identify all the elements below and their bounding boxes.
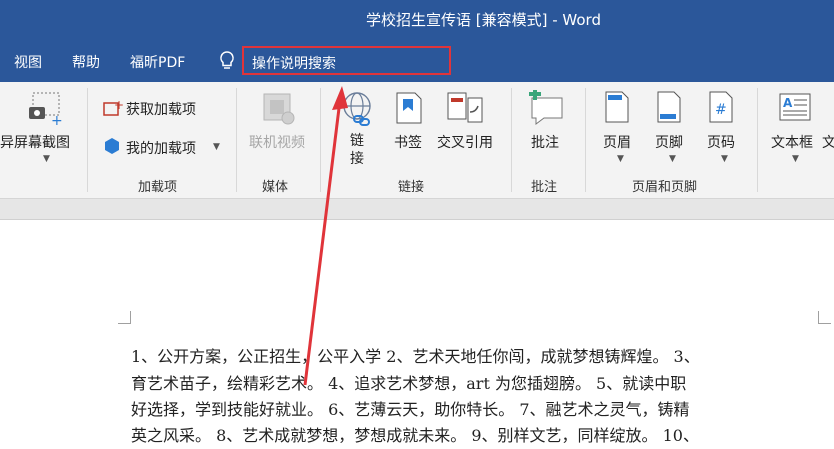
link-globe-icon bbox=[343, 92, 371, 126]
cut-off-label: 文 bbox=[822, 135, 834, 151]
footer-icon bbox=[657, 91, 681, 123]
bookmark-icon bbox=[396, 92, 422, 124]
svg-text:A: A bbox=[783, 96, 793, 110]
page-number-icon: # bbox=[709, 91, 733, 123]
group-label-header-footer: 页眉和页脚 bbox=[632, 180, 698, 195]
menu-foxit-pdf[interactable]: 福昕PDF bbox=[130, 52, 185, 72]
search-label: 操作说明搜索 bbox=[252, 56, 336, 72]
lightbulb-icon[interactable] bbox=[217, 50, 237, 72]
chevron-down-icon[interactable]: ▼ bbox=[669, 154, 676, 164]
document-line: 英之风采。 8、艺术成就梦想，梦想成就未来。 9、别样文艺，同样绽放。 10、 bbox=[131, 426, 699, 445]
group-label-addins: 加载项 bbox=[138, 180, 178, 195]
group-label-links: 链接 bbox=[398, 180, 425, 195]
divider bbox=[511, 88, 512, 192]
window-title: 学校招生宣传语 [兼容模式] - Word bbox=[366, 11, 601, 29]
divider bbox=[757, 88, 758, 192]
svg-text:+: + bbox=[114, 98, 123, 112]
cross-reference-icon bbox=[447, 92, 483, 123]
document-line: 好选择，学到技能好就业。 6、艺薄云天，助你特长。 7、融艺术之灵气，铸精 bbox=[131, 400, 690, 419]
svg-text:#: # bbox=[715, 102, 727, 118]
film-icon bbox=[263, 93, 295, 125]
menu-help[interactable]: 帮助 bbox=[72, 52, 100, 72]
ruler-area bbox=[0, 199, 834, 220]
page-number-button[interactable]: 页码 bbox=[707, 132, 735, 152]
tell-me-search-box[interactable]: 操作说明搜索 bbox=[242, 46, 451, 75]
cut-off-label: 异 bbox=[0, 135, 14, 151]
text-box-icon: A bbox=[779, 93, 811, 121]
menu-view[interactable]: 视图 bbox=[14, 52, 42, 72]
chevron-down-icon[interactable]: ▼ bbox=[721, 154, 728, 164]
divider bbox=[236, 88, 237, 192]
get-addins-button[interactable]: 获取加载项 bbox=[126, 99, 196, 119]
document-line: 1、公开方案，公正招生，公平入学 2、艺术天地任你闯，成就梦想铸辉煌。 3、 bbox=[131, 347, 700, 366]
chevron-down-icon[interactable]: ▼ bbox=[213, 142, 220, 152]
header-icon bbox=[605, 91, 629, 123]
comment-button[interactable]: 批注 bbox=[531, 132, 559, 152]
header-button[interactable]: 页眉 bbox=[603, 132, 631, 152]
bookmark-button[interactable]: 书签 bbox=[394, 132, 422, 152]
link-button[interactable]: 链接 bbox=[350, 132, 366, 168]
menu-bar: 视图 帮助 福昕PDF 操作说明搜索 bbox=[0, 40, 834, 82]
margin-marker bbox=[118, 311, 131, 324]
divider bbox=[87, 88, 88, 192]
document-page[interactable]: 1、公开方案，公正招生，公平入学 2、艺术天地任你闯，成就梦想铸辉煌。 3、 育… bbox=[0, 220, 834, 449]
title-bar: 学校招生宣传语 [兼容模式] - Word bbox=[0, 0, 834, 40]
group-label-comments: 批注 bbox=[531, 180, 558, 195]
cross-reference-button[interactable]: 交叉引用 bbox=[437, 132, 493, 152]
chevron-down-icon[interactable]: ▼ bbox=[617, 154, 624, 164]
my-addins-icon bbox=[105, 138, 119, 154]
store-icon: + bbox=[103, 98, 123, 116]
svg-text:+: + bbox=[51, 113, 63, 127]
document-line: 育艺术苗子，绘精彩艺术。 4、追求艺术梦想，art 为您插翅膀。 5、就读中职 bbox=[131, 374, 687, 393]
my-addins-button[interactable]: 我的加载项 bbox=[126, 138, 196, 158]
new-comment-icon bbox=[529, 90, 563, 125]
margin-marker bbox=[818, 311, 831, 324]
text-box-button[interactable]: 文本框 bbox=[771, 132, 813, 152]
group-label-media: 媒体 bbox=[262, 180, 289, 195]
ribbon: 异 + 屏幕截图 ▼ + 获取加载项 我的加载项 ▼ 加载项 联机视频 媒体 链… bbox=[0, 82, 834, 199]
chevron-down-icon[interactable]: ▼ bbox=[792, 154, 799, 164]
screenshot-button[interactable]: 屏幕截图 bbox=[14, 132, 70, 152]
divider bbox=[585, 88, 586, 192]
online-video-button[interactable]: 联机视频 bbox=[249, 132, 305, 152]
screenshot-icon[interactable]: + bbox=[27, 91, 65, 127]
footer-button[interactable]: 页脚 bbox=[655, 132, 683, 152]
chevron-down-icon[interactable]: ▼ bbox=[43, 154, 50, 164]
divider bbox=[320, 88, 321, 192]
